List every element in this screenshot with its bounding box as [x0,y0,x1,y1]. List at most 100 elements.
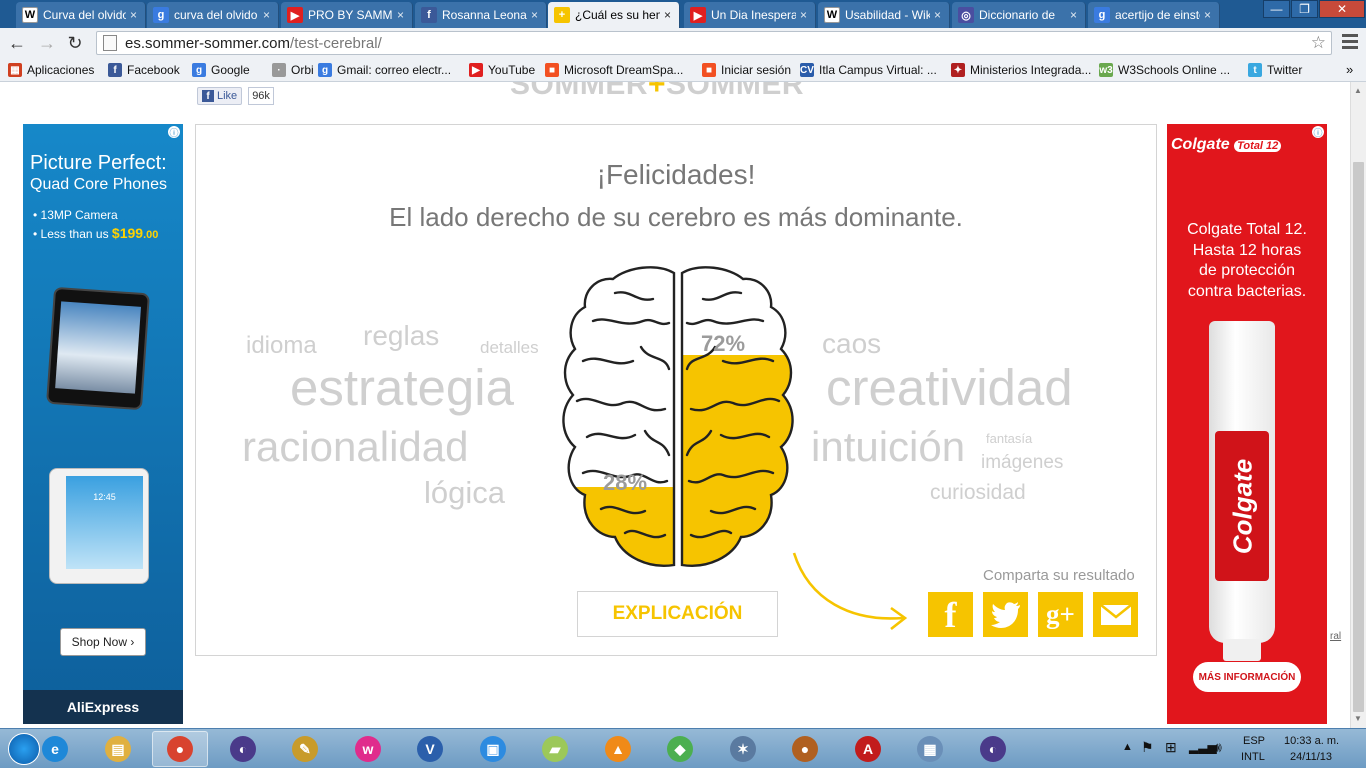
taskbar-app-sticky-notes[interactable]: ▰ [527,731,583,767]
browser-tab[interactable]: f Rosanna Leonardo × [415,2,547,28]
restore-button[interactable]: ❐ [1291,0,1318,18]
tab-close-icon[interactable]: × [397,8,404,22]
tab-close-icon[interactable]: × [130,8,137,22]
bookmark-item[interactable]: f Facebook [108,62,180,78]
tab-close-icon[interactable]: × [1204,8,1211,22]
browser-tab[interactable]: ▶ Un Dia Inesperado × [684,2,816,28]
ad-info-icon[interactable]: ⓘ [168,126,180,138]
word-intuicion: intuición [811,423,966,470]
minimize-button[interactable]: — [1263,0,1290,18]
aliexpress-ad[interactable]: ⓘ Picture Perfect: Quad Core Phones • 13… [23,124,183,724]
mas-informacion-button[interactable]: MÁS INFORMACIÓN [1193,662,1301,692]
forward-button[interactable]: → [36,32,58,54]
taskbar-app-vlc[interactable]: ▲ [590,731,646,767]
address-bar[interactable]: es.sommer-sommer.com/test-cerebral/ ☆ [96,31,1332,55]
page-scrollbar[interactable]: ▲ ▼ [1350,82,1366,728]
bookmark-item[interactable]: g Google [192,62,250,78]
browser-tab[interactable]: W Usabilidad - Wikipedia × [818,2,950,28]
close-window-button[interactable]: ✕ [1319,0,1365,18]
taskbar-app-tools[interactable]: ✎ [277,731,333,767]
taskbar-app-game[interactable]: ✶ [715,731,771,767]
share-twitter-button[interactable] [983,592,1028,637]
bookmark-item[interactable]: g Gmail: correo electr... [318,62,451,78]
browser-tab[interactable]: g acertijo de einstein × [1088,2,1220,28]
taskbar-app-wamp[interactable]: w [340,731,396,767]
tab-close-icon[interactable]: × [531,8,538,22]
bookmark-item[interactable]: · Orbi [272,62,314,78]
word-reglas: reglas [363,320,440,351]
bookmark-item[interactable]: ▦ Aplicaciones [8,62,94,78]
scroll-down-icon[interactable]: ▼ [1354,714,1362,723]
browser-tab[interactable]: ▶ PRO BY SAMMY × [281,2,413,28]
dominance-headline: El lado derecho de su cerebro es más dom… [389,202,963,232]
taskbar-app-acrobat[interactable]: A [840,731,896,767]
reload-button[interactable]: ↻ [64,32,86,54]
baseball-glove-icon: ● [792,736,818,762]
acrobat-icon: A [855,736,881,762]
taskbar-app-calculator[interactable]: ▦ [902,731,958,767]
tab-close-icon[interactable]: × [263,8,270,22]
share-email-button[interactable] [1093,592,1138,637]
bookmarks-overflow-icon[interactable]: » [1346,61,1353,77]
flag-icon[interactable]: ⚑ [1141,739,1154,756]
chrome-menu-icon[interactable] [1342,34,1358,50]
scroll-up-icon[interactable]: ▲ [1354,86,1362,95]
tray-expand-icon[interactable]: ▲ [1122,741,1133,753]
site-logo[interactable]: SOMMER+SOMMER [510,82,804,102]
bookmark-star-icon[interactable]: ☆ [1311,33,1326,53]
share-google-plus-button[interactable]: g+ [1038,592,1083,637]
browser-tab[interactable]: ◎ Diccionario de × [952,2,1086,28]
colgate-brand: Colgate [1171,136,1230,153]
edge-link[interactable]: ral [1330,631,1341,642]
keyboard-layout[interactable]: INTL [1241,751,1265,763]
bookmark-item[interactable]: ▶ YouTube [469,62,535,78]
word-fantasia: fantasía [986,431,1033,446]
clock-date[interactable]: 24/11/13 [1290,751,1332,763]
browser-tab[interactable]: g curva del olvido × [147,2,279,28]
ad-info-icon[interactable]: ⓘ [1312,126,1324,138]
explicacion-button[interactable]: EXPLICACIÓN [577,591,778,637]
aliexpress-logo: AliExpress [23,690,183,724]
word-imagenes: imágenes [981,452,1064,473]
network-device-icon[interactable]: ⊞ [1165,739,1177,756]
like-count: 96k [248,87,274,105]
taskbar-app-file-explorer[interactable]: ▤ [90,731,146,767]
bookmark-item[interactable]: CV Itla Campus Virtual: ... [800,62,937,78]
browser-tab[interactable]: W Curva del olvido × [16,2,146,28]
bookmark-item[interactable]: ■ Microsoft DreamSpa... [545,62,683,78]
bookmark-icon: g [318,63,332,77]
taskbar-app-visio[interactable]: V [402,731,458,767]
volume-icon[interactable]: 🔊︎ [1213,739,1222,756]
bookmark-item[interactable]: w3 W3Schools Online ... [1099,62,1230,78]
language-code[interactable]: ESP [1243,735,1265,747]
taskbar-app-eclipse[interactable]: ◐ [215,731,271,767]
colgate-ad[interactable]: ⓘ Colgate Total 12 Colgate Total 12. Has… [1167,124,1327,724]
bookmark-item[interactable]: ✦ Ministerios Integrada... [951,62,1091,78]
tab-close-icon[interactable]: × [664,8,671,22]
back-button[interactable]: ← [6,32,28,54]
logo-right: SOMMER [666,82,805,101]
tab-close-icon[interactable]: × [1070,8,1077,22]
tab-favicon-icon: f [421,7,437,23]
tab-close-icon[interactable]: × [800,8,807,22]
blend-icon: ▣ [480,736,506,762]
taskbar-app-eclipse-2[interactable]: ◐ [965,731,1021,767]
scrollbar-thumb[interactable] [1353,162,1364,712]
address-domain: es.sommer-sommer.com [125,34,291,52]
share-facebook-button[interactable]: f [928,592,973,637]
shop-now-button[interactable]: Shop Now › [60,628,146,656]
facebook-like-button[interactable]: f Like [197,87,243,105]
taskbar-app-baseball-glove[interactable]: ● [777,731,833,767]
word-detalles: detalles [480,338,539,357]
bookmark-item[interactable]: ■ Iniciar sesión [702,62,791,78]
tab-close-icon[interactable]: × [934,8,941,22]
ad-copy-line4: contra bacterias. [1187,282,1307,300]
clock-time[interactable]: 10:33 a. m. [1284,735,1339,747]
taskbar-app-chrome[interactable]: ● [152,731,208,767]
bookmark-item[interactable]: t Twitter [1248,62,1302,78]
browser-tab[interactable]: + ¿Cuál es su hemisferio × [548,2,680,28]
facebook-like-widget: f Like 96k [197,87,274,105]
taskbar-app-internet-explorer[interactable]: e [27,731,83,767]
taskbar-app-sims[interactable]: ◆ [652,731,708,767]
taskbar-app-blend[interactable]: ▣ [465,731,521,767]
